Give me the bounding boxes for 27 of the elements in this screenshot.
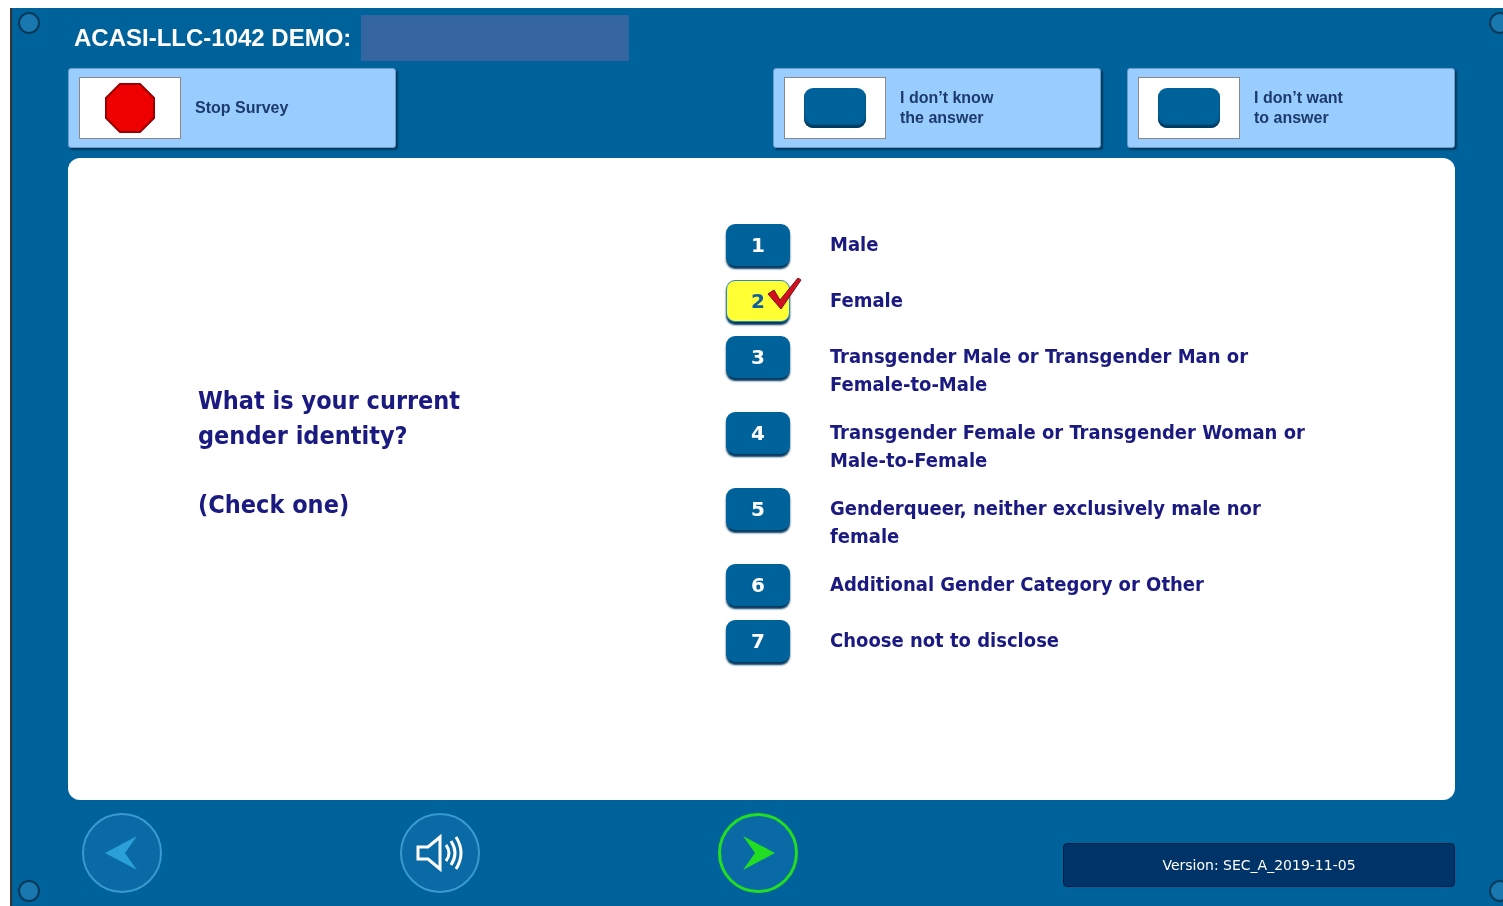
- option-number-button[interactable]: 1: [726, 224, 790, 266]
- stop-survey-button[interactable]: Stop Survey: [68, 68, 396, 148]
- option-label[interactable]: Female: [830, 280, 903, 314]
- screw-icon: [18, 12, 40, 34]
- option-label[interactable]: Additional Gender Category or Other: [830, 564, 1204, 598]
- blank-key-icon: [804, 88, 866, 128]
- screw-icon: [18, 880, 40, 902]
- option-number-button[interactable]: 3: [726, 336, 790, 378]
- survey-title: ACASI-LLC-1042 DEMO:: [74, 24, 352, 52]
- blank-key-icon: [1158, 88, 1220, 128]
- instruction-text: (Check one): [198, 488, 351, 521]
- option-number-button[interactable]: 6: [726, 564, 790, 606]
- skip-answer-button[interactable]: I don’t know the answer: [773, 68, 1101, 148]
- option-label[interactable]: Transgender Male or Transgender Man or Female-to-Male: [830, 336, 1249, 398]
- stop-sign-icon: [104, 82, 156, 134]
- checkmark-icon: [766, 276, 802, 310]
- option-number-button[interactable]: 4: [726, 412, 790, 454]
- option-number-button[interactable]: 2: [726, 280, 790, 322]
- option-number-button[interactable]: 7: [726, 620, 790, 662]
- option-label[interactable]: Male: [830, 224, 879, 258]
- skip-answer-button[interactable]: I don’t want to answer: [1127, 68, 1455, 148]
- option-label[interactable]: Choose not to disclose: [830, 620, 1060, 654]
- version-label: Version: SEC_A_2019-11-05: [1063, 843, 1455, 887]
- option-label[interactable]: Genderqueer, neither exclusively male nor female: [830, 488, 1261, 550]
- question-text: What is your current gender identity?: [198, 384, 462, 452]
- option-number-button[interactable]: 5: [726, 488, 790, 530]
- option-label[interactable]: Transgender Female or Transgender Woman or Male-to-Female: [830, 412, 1305, 474]
